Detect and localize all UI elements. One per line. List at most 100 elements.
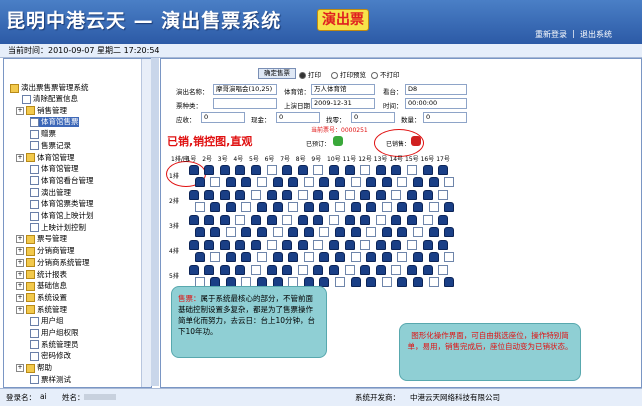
seat[interactable] xyxy=(366,202,377,212)
tree-item[interactable]: 系统管理员 xyxy=(30,340,79,350)
radio-no-print[interactable]: 不打印 xyxy=(371,69,400,79)
seat[interactable] xyxy=(188,265,199,275)
seat[interactable] xyxy=(235,240,246,250)
seat[interactable] xyxy=(422,190,433,200)
seat[interactable] xyxy=(303,177,314,187)
seat[interactable] xyxy=(350,177,361,187)
tree-root[interactable]: 演出票售票管理系统 xyxy=(10,83,89,93)
seat[interactable] xyxy=(313,265,324,275)
expand-icon[interactable]: + xyxy=(16,153,24,162)
tree-folder[interactable]: + 销售管理 xyxy=(16,106,67,116)
seat[interactable] xyxy=(391,190,402,200)
seat[interactable] xyxy=(235,190,246,200)
seat[interactable] xyxy=(381,252,392,262)
seat[interactable] xyxy=(438,190,449,200)
seat[interactable] xyxy=(204,265,215,275)
seat[interactable] xyxy=(366,177,377,187)
tree-item[interactable]: 演出管理 xyxy=(30,188,71,198)
seat[interactable] xyxy=(350,227,361,237)
expand-icon[interactable]: + xyxy=(16,106,24,115)
seat[interactable] xyxy=(288,252,299,262)
seat[interactable] xyxy=(428,202,439,212)
tree-item[interactable]: 赠票 xyxy=(30,129,56,139)
seat[interactable] xyxy=(219,240,230,250)
seat[interactable] xyxy=(297,215,308,225)
seat[interactable] xyxy=(391,165,402,175)
tree-item[interactable]: 体育馆上映计划 xyxy=(30,211,94,221)
seat[interactable] xyxy=(272,252,283,262)
seat[interactable] xyxy=(251,190,261,200)
confirm-sale-button[interactable]: 确定售票 xyxy=(258,68,296,79)
expand-icon[interactable]: + xyxy=(16,293,24,302)
seat[interactable] xyxy=(344,190,355,200)
seat[interactable] xyxy=(413,177,423,187)
seat[interactable] xyxy=(407,215,417,225)
seat[interactable] xyxy=(288,202,299,212)
seat[interactable] xyxy=(444,277,455,287)
seat[interactable] xyxy=(319,177,330,187)
tree-item[interactable]: 用户组 xyxy=(30,316,64,326)
seat[interactable] xyxy=(251,215,261,225)
seat[interactable] xyxy=(428,277,439,287)
seat[interactable] xyxy=(241,252,252,262)
tree-item[interactable]: 体育馆票类管理 xyxy=(30,199,94,209)
seat[interactable] xyxy=(438,240,449,250)
seat[interactable] xyxy=(257,252,267,262)
seat[interactable] xyxy=(335,252,345,262)
seat[interactable] xyxy=(350,202,361,212)
seat[interactable] xyxy=(391,215,402,225)
tree-item[interactable]: 体育馆管理 xyxy=(30,164,79,174)
tree-folder[interactable]: + 帮助 xyxy=(16,363,52,373)
seat[interactable] xyxy=(397,277,408,287)
tree-item[interactable]: 售票记录 xyxy=(30,141,71,151)
seat[interactable] xyxy=(319,252,330,262)
seat[interactable] xyxy=(366,227,377,237)
seat[interactable] xyxy=(210,202,221,212)
seat[interactable] xyxy=(422,240,433,250)
seat[interactable] xyxy=(381,277,392,287)
tree-item[interactable]: 密码修改 xyxy=(30,351,71,361)
seat[interactable] xyxy=(257,227,267,237)
tree-item[interactable]: 票样测试 xyxy=(30,375,71,385)
seat[interactable] xyxy=(329,215,339,225)
seat[interactable] xyxy=(210,177,221,187)
seat[interactable] xyxy=(219,215,230,225)
seat[interactable] xyxy=(360,215,371,225)
seat[interactable] xyxy=(381,227,392,237)
seat[interactable] xyxy=(225,252,236,262)
seat[interactable] xyxy=(438,165,449,175)
seat[interactable] xyxy=(313,165,324,175)
radio-print[interactable]: 打印 xyxy=(299,69,321,79)
seat[interactable] xyxy=(272,202,283,212)
seat[interactable] xyxy=(313,190,324,200)
seat[interactable] xyxy=(329,190,339,200)
seat[interactable] xyxy=(266,190,277,200)
seat[interactable] xyxy=(297,165,308,175)
seat[interactable] xyxy=(413,252,423,262)
seat[interactable] xyxy=(428,177,439,187)
seat[interactable] xyxy=(360,190,371,200)
seat[interactable] xyxy=(444,252,455,262)
seat[interactable] xyxy=(194,227,205,237)
expand-icon[interactable]: + xyxy=(16,247,24,256)
seat[interactable] xyxy=(251,265,261,275)
seat[interactable] xyxy=(266,165,277,175)
seat[interactable] xyxy=(335,277,345,287)
seat[interactable] xyxy=(360,165,371,175)
seat[interactable] xyxy=(297,265,308,275)
seat[interactable] xyxy=(241,202,252,212)
seat[interactable] xyxy=(444,202,455,212)
seat[interactable] xyxy=(413,202,423,212)
count-field[interactable]: 0 xyxy=(423,112,467,123)
expand-icon[interactable]: + xyxy=(16,270,24,279)
tree-folder[interactable]: + 统计报表 xyxy=(16,270,67,280)
show-name-field[interactable]: 摩哥演唱会(10,25) xyxy=(213,84,277,95)
seat[interactable] xyxy=(225,227,236,237)
seat[interactable] xyxy=(397,252,408,262)
seat[interactable] xyxy=(366,277,377,287)
seat[interactable] xyxy=(235,215,246,225)
seat[interactable] xyxy=(397,227,408,237)
seat[interactable] xyxy=(188,165,199,175)
seat[interactable] xyxy=(282,240,293,250)
seat[interactable] xyxy=(266,215,277,225)
